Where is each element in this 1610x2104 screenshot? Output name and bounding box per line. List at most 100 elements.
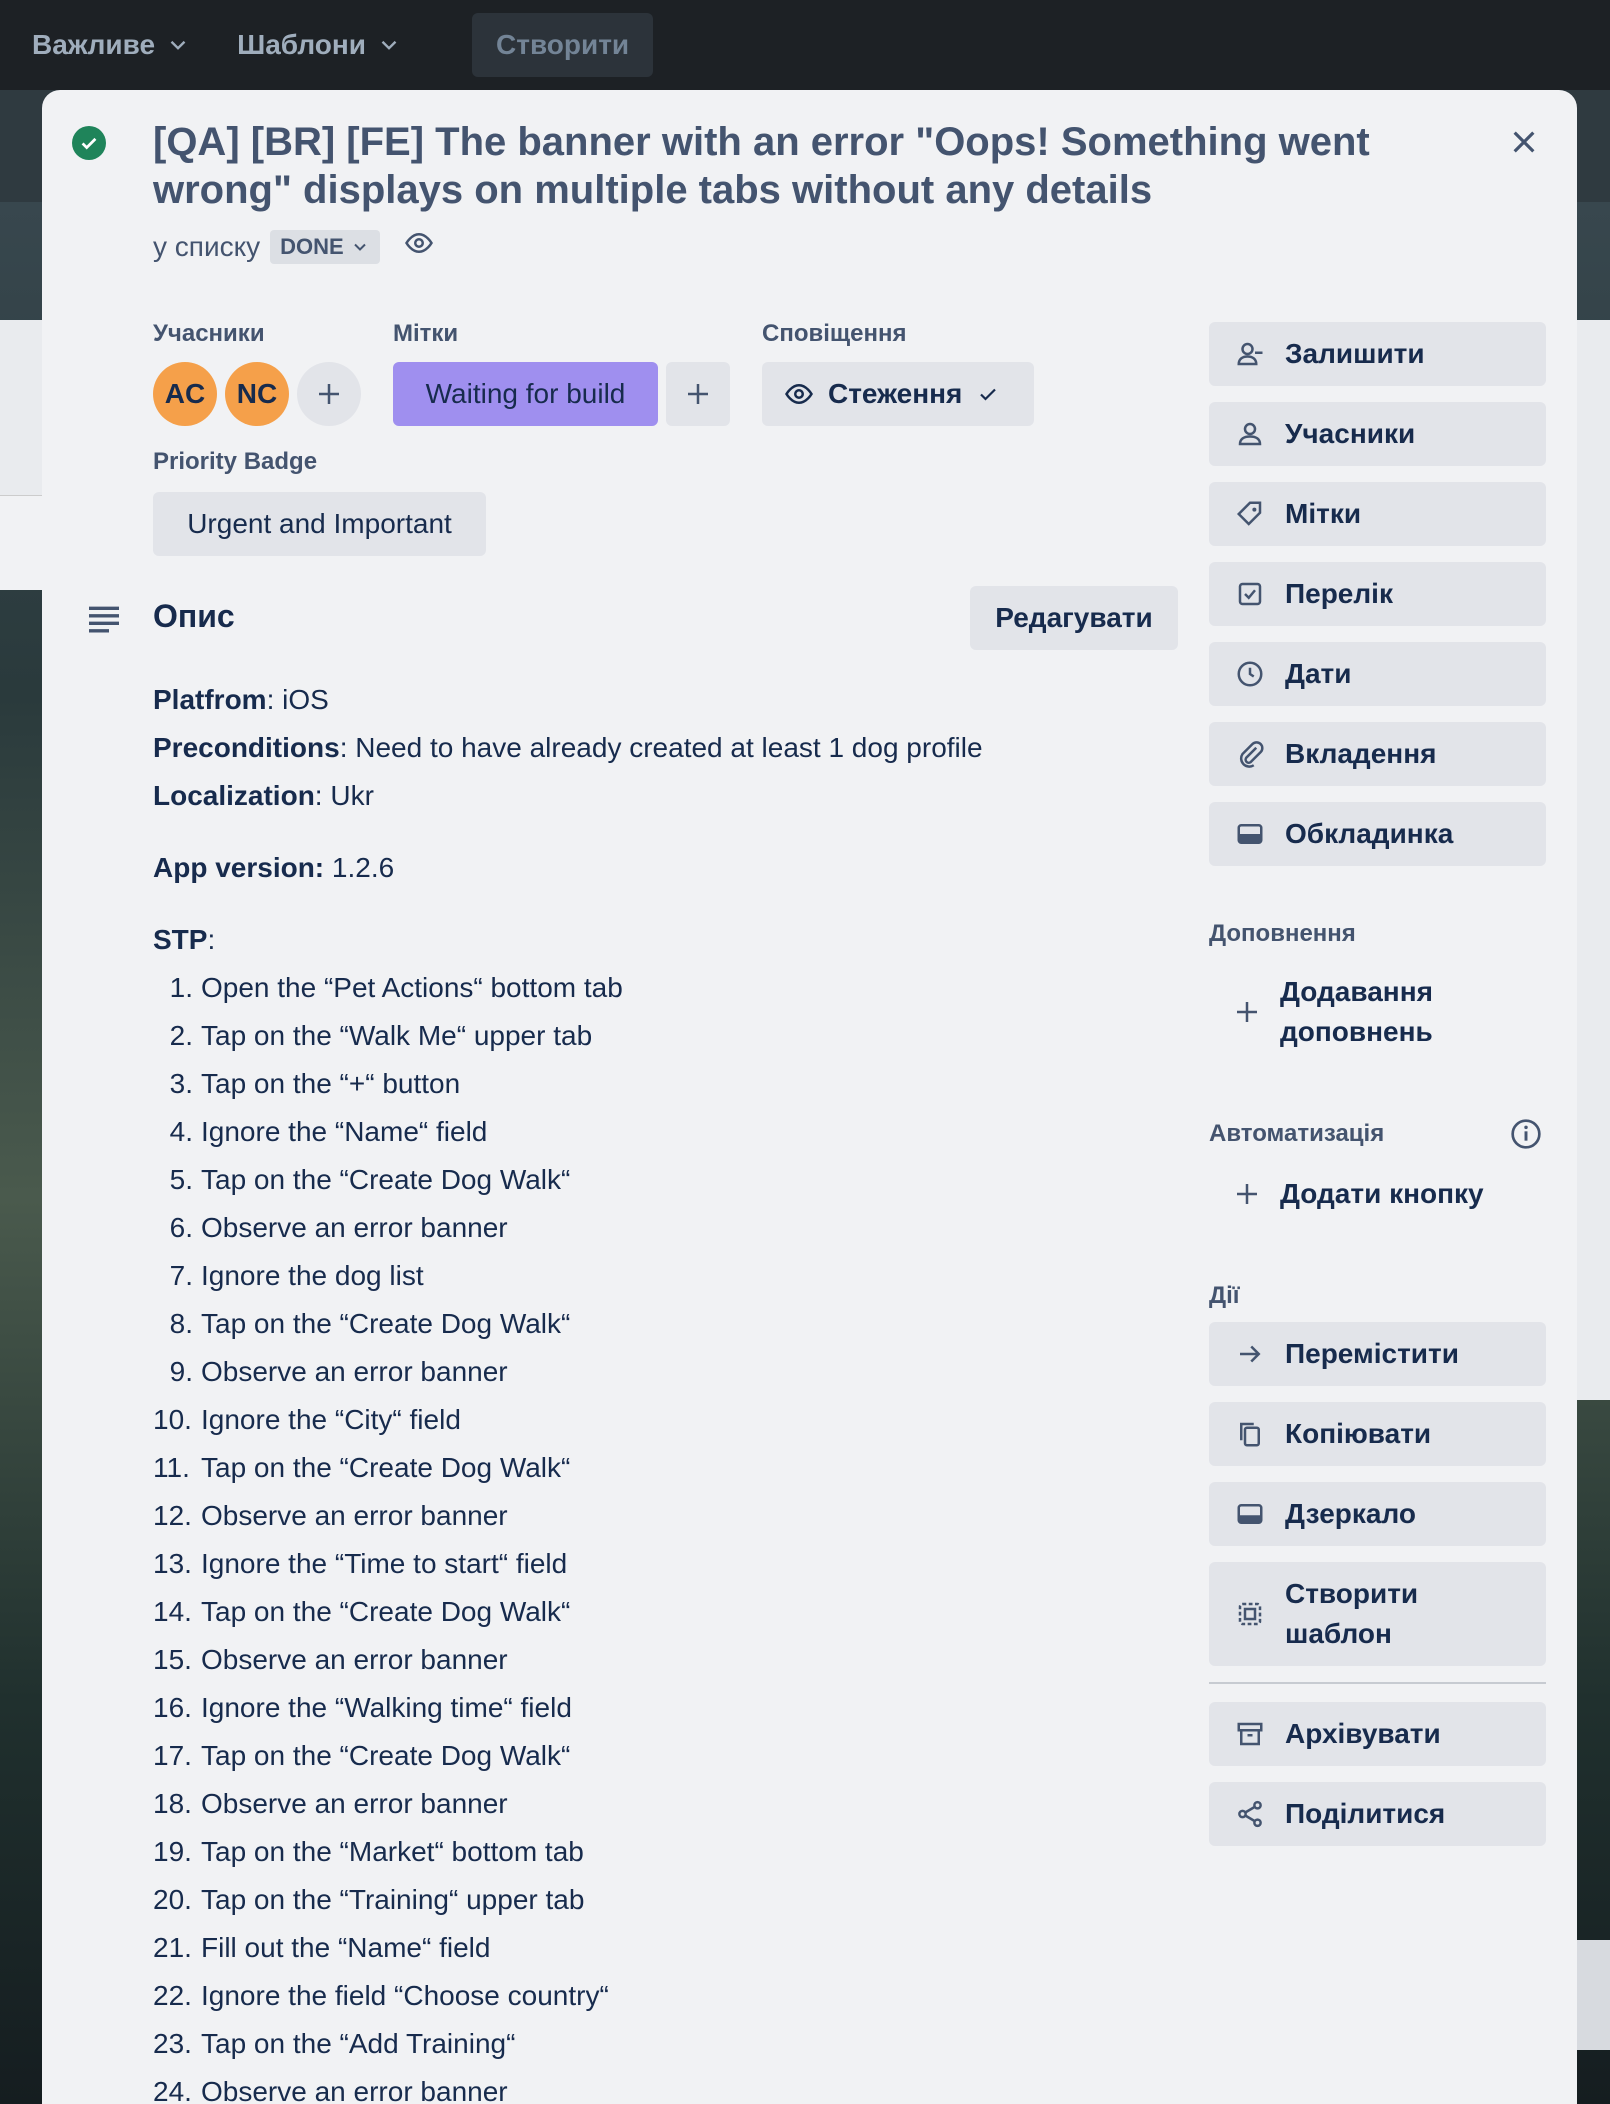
add-label-button[interactable] [666,362,730,426]
add-button-label: Додати кнопку [1280,1178,1484,1209]
edit-description-button[interactable]: Редагувати [970,586,1178,650]
app-version-value: 1.2.6 [324,852,395,883]
background-list [1575,320,1610,1400]
watching-icon [390,228,434,265]
archive-button[interactable]: Архівувати [1209,1702,1546,1766]
step-text: Tap on the “Create Dog Walk“ [201,1452,571,1483]
make-template-button[interactable]: Створити шаблон [1209,1562,1546,1666]
add-member-button[interactable] [297,362,361,426]
leave-button[interactable]: Залишити [1209,322,1546,386]
localization-line: Localization: Ukr [153,772,1173,820]
mirror-icon [1237,1504,1263,1524]
top-bar: Важливе Шаблони Створити [0,0,1610,90]
labels-button[interactable]: Мітки [1209,482,1546,546]
priority-label: Priority Badge [153,448,318,475]
localization-value: : Ukr [314,780,374,811]
steps-list: 1. Open the “Pet Actions“ bottom tab 2. Tap… [153,964,1173,2104]
step-item: 12. Observe an error banner [153,1492,1173,1540]
avatar[interactable]: NC [225,362,289,426]
arrow-right-icon [1240,1345,1261,1363]
step-item: 24. Observe an error banner [153,2068,1173,2104]
attachment-button[interactable]: Вкладення [1209,722,1546,786]
move-label: Перемістити [1285,1338,1459,1369]
complete-check-icon[interactable] [72,126,106,160]
nav-templates[interactable]: Шаблони [237,29,420,61]
step-number: 2. [169,1020,193,1051]
description-body[interactable]: Platfrom: iOS Preconditions: Need to hav… [153,676,1173,2104]
priority-badge[interactable]: Urgent and Important [153,492,486,556]
plus-icon [319,384,339,404]
chevron-down-icon [170,40,186,50]
step-text: Tap on the “Create Dog Walk“ [201,1164,571,1195]
step-item: 6. Observe an error banner [153,1204,1173,1252]
stp-line: STP: [153,916,1173,964]
step-item: 10. Ignore the “City“ field [153,1396,1173,1444]
step-text: Ignore the “City“ field [201,1404,461,1435]
step-number: 6. [169,1212,193,1243]
step-number: 12. [153,1500,192,1531]
step-text: Ignore the “Walking time“ field [201,1692,572,1723]
add-powerups-line1: Додавання [1280,976,1433,1007]
step-text: Tap on the “Walk Me“ upper tab [201,1020,593,1051]
leave-label: Залишити [1285,338,1425,369]
close-icon [1513,131,1535,153]
close-button[interactable] [1504,122,1544,162]
share-button[interactable]: Поділитися [1209,1782,1546,1846]
label-chip[interactable]: Waiting for build [393,362,658,426]
nav-starred[interactable]: Важливе [32,29,209,61]
step-number: 20. [153,1884,192,1915]
watch-button[interactable]: Стеження [762,362,1034,426]
localization-key: Localization [153,780,315,811]
eye-icon [785,383,813,405]
step-number: 15. [153,1644,192,1675]
add-button-button[interactable]: Додати кнопку [1232,1174,1484,1214]
step-text: Observe an error banner [201,1644,508,1675]
step-number: 4. [169,1116,193,1147]
step-item: 21. Fill out the “Name“ field [153,1924,1173,1972]
mirror-label: Дзеркало [1285,1498,1416,1529]
checklist-button[interactable]: Перелік [1209,562,1546,626]
list-selector[interactable]: DONE [270,229,380,264]
stp-suffix: : [207,924,216,955]
mirror-button[interactable]: Дзеркало [1209,1482,1546,1546]
step-item: 11. Tap on the “Create Dog Walk“ [153,1444,1173,1492]
watch-label: Стеження [828,378,963,409]
step-item: 15. Observe an error banner [153,1636,1173,1684]
cover-button[interactable]: Обкладинка [1209,802,1546,866]
checklist-icon [1238,582,1262,606]
plus-icon [1237,1002,1257,1022]
members-button[interactable]: Учасники [1209,402,1546,466]
step-number: 22. [153,1980,192,2011]
move-button[interactable]: Перемістити [1209,1322,1546,1386]
step-text: Ignore the “Time to start“ field [201,1548,568,1579]
step-number: 21. [153,1932,192,1963]
share-label: Поділитися [1285,1798,1446,1829]
background-header [1575,120,1610,200]
create-button[interactable]: Створити [472,13,654,77]
step-text: Tap on the “Training“ upper tab [201,1884,585,1915]
info-icon[interactable] [1510,1118,1542,1150]
dates-button[interactable]: Дати [1209,642,1546,706]
step-text: Observe an error banner [201,1500,508,1531]
members-label: Учасники [153,320,265,347]
card-title[interactable]: [QA] [BR] [FE] The banner with an error … [153,118,1373,214]
add-powerups-button[interactable]: Додавання доповнень [1232,972,1433,1052]
platform-line: Platfrom: iOS [153,676,1173,724]
step-text: Tap on the “Add Training“ [201,2028,516,2059]
copy-button[interactable]: Копіювати [1209,1402,1546,1466]
step-text: Open the “Pet Actions“ bottom tab [201,972,623,1003]
automation-label: Автоматизація [1209,1120,1385,1147]
step-item: 7. Ignore the dog list [153,1252,1173,1300]
dates-button-label: Дати [1285,658,1352,689]
step-item: 18. Observe an error banner [153,1780,1173,1828]
plus-icon [1237,1184,1257,1204]
step-number: 9. [169,1356,193,1387]
step-item: 13. Ignore the “Time to start“ field [153,1540,1173,1588]
step-text: Observe an error banner [201,2076,508,2104]
cover-button-label: Обкладинка [1285,818,1454,849]
avatar[interactable]: AC [153,362,217,426]
preconditions-line: Preconditions: Need to have already crea… [153,724,1173,772]
copy-label: Копіювати [1285,1418,1432,1449]
step-item: 1. Open the “Pet Actions“ bottom tab [153,964,1173,1012]
background-card [0,495,42,590]
